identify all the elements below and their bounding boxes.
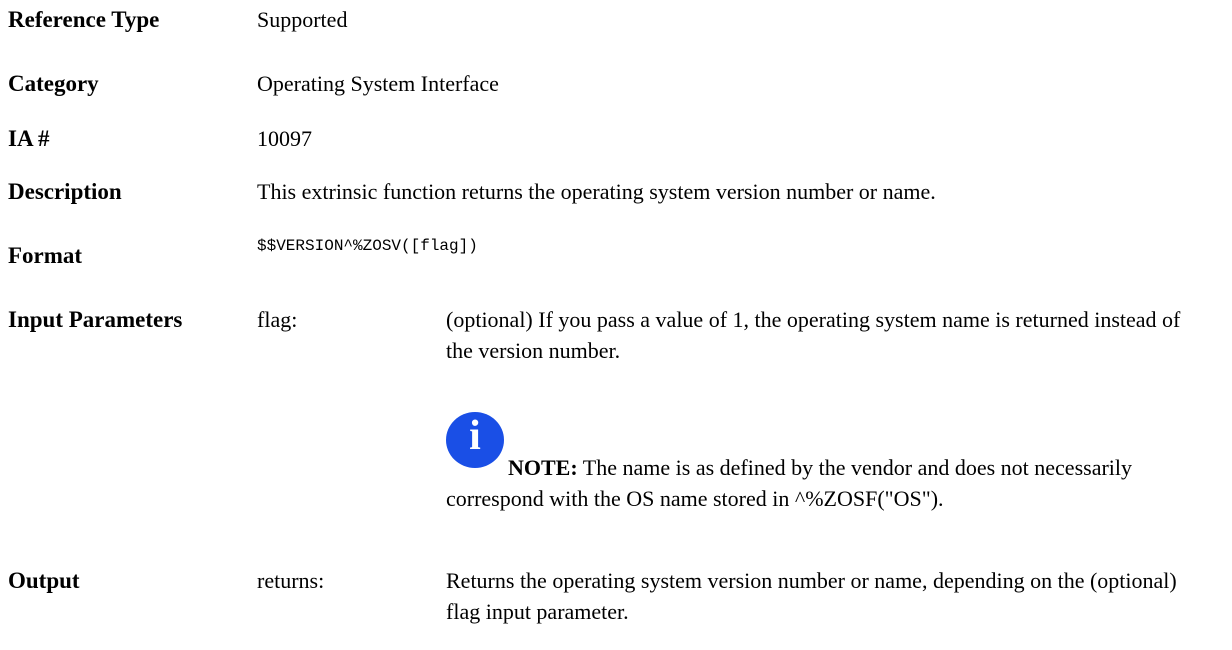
param-returns-description: Returns the operating system version num… — [446, 568, 1177, 624]
value-ia-number: 10097 — [257, 126, 312, 151]
label-format: Format — [8, 243, 83, 268]
value-reference-type: Supported — [257, 7, 348, 32]
label-reference-type: Reference Type — [8, 7, 160, 32]
param-flag-description: (optional) If you pass a value of 1, the… — [446, 307, 1181, 363]
note-block: NOTE: The name is as defined by the vend… — [446, 452, 1166, 514]
note-label: NOTE: — [508, 455, 578, 480]
label-category: Category — [8, 71, 99, 96]
label-output: Output — [8, 568, 80, 593]
param-returns: returns: — [257, 568, 325, 593]
value-format: $$VERSION^%ZOSV([flag]) — [257, 237, 478, 255]
label-ia-number: IA # — [8, 126, 50, 151]
label-description: Description — [8, 179, 122, 204]
label-input-parameters: Input Parameters — [8, 307, 183, 332]
value-category: Operating System Interface — [257, 71, 499, 96]
value-description: This extrinsic function returns the oper… — [257, 179, 936, 204]
param-flag: flag: — [257, 307, 298, 332]
